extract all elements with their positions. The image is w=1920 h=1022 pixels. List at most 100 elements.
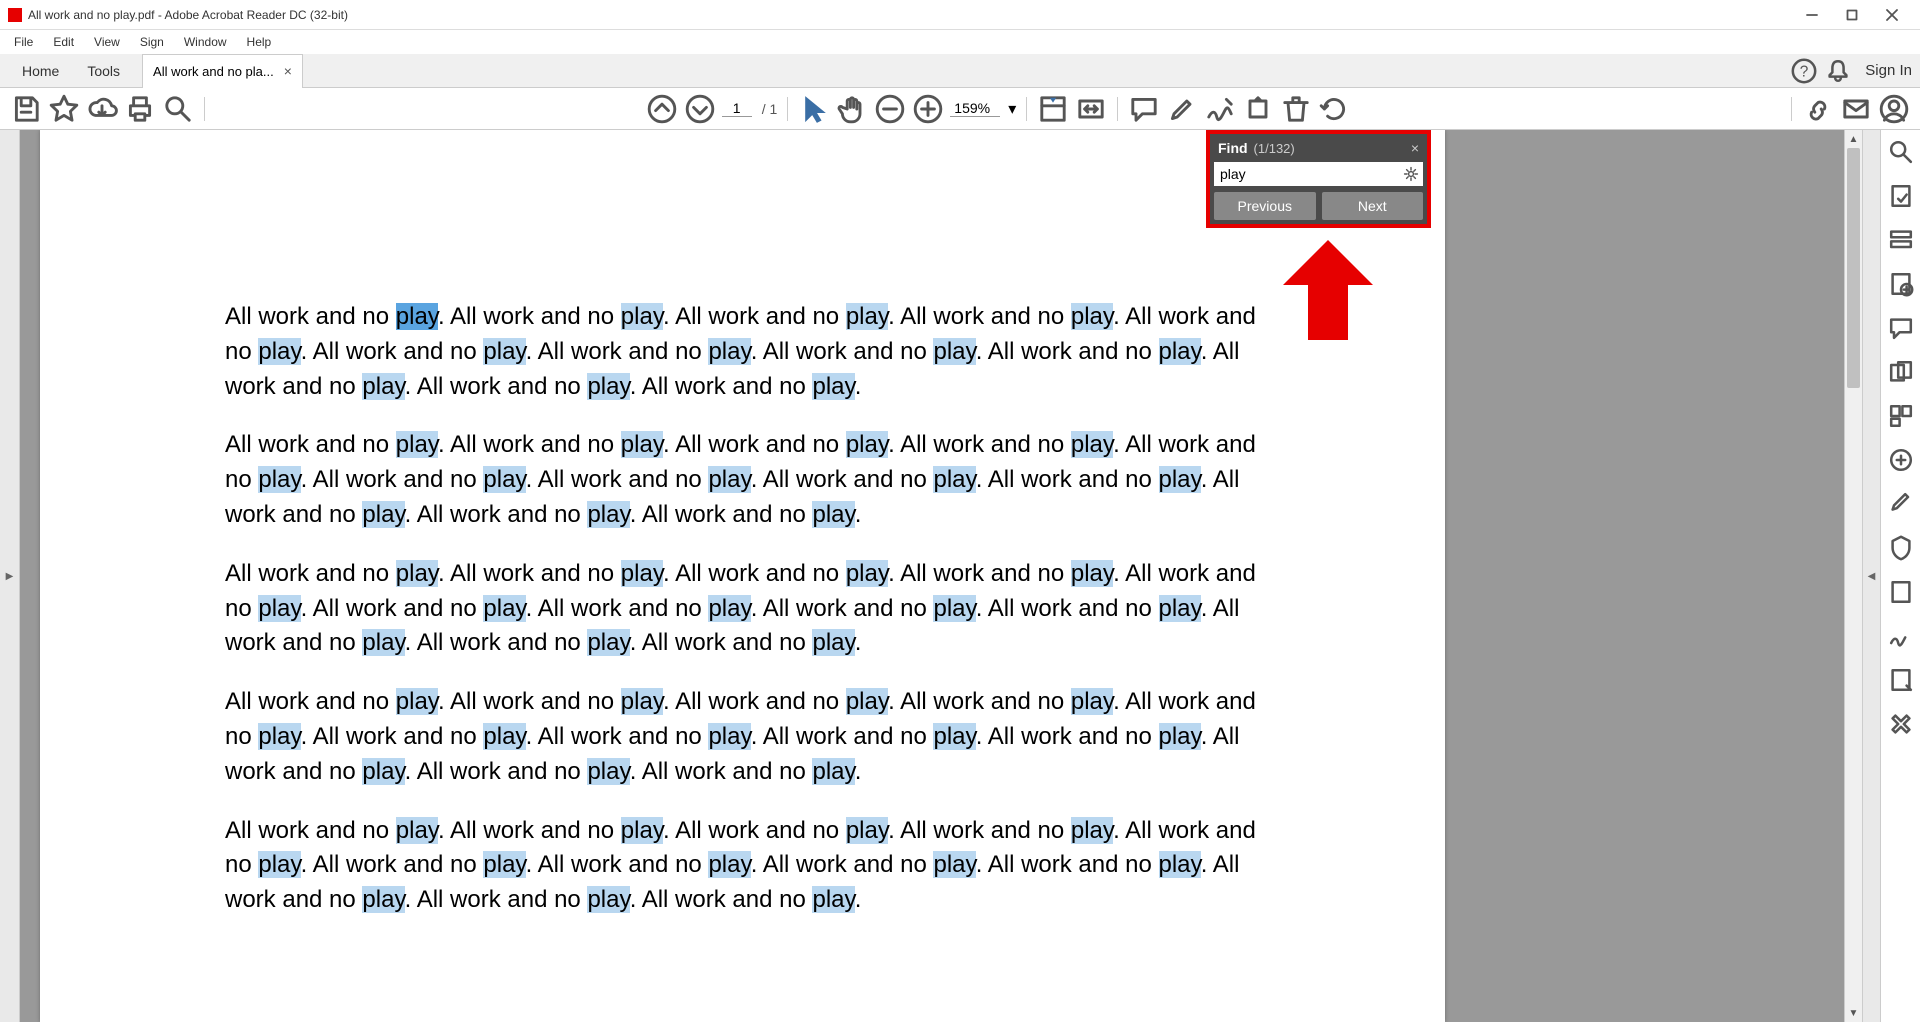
find-button[interactable]	[162, 93, 194, 125]
share-link-button[interactable]	[1802, 93, 1834, 125]
zoom-in-button[interactable]	[912, 93, 944, 125]
sign-button[interactable]	[1204, 93, 1236, 125]
left-panel-expand-icon[interactable]: ▶	[6, 571, 14, 582]
search-match: play	[258, 338, 300, 365]
tab-document[interactable]: All work and no pla... ×	[142, 54, 303, 88]
cloud-button[interactable]	[86, 93, 118, 125]
export-pdf-icon[interactable]	[1887, 182, 1915, 210]
organize-pages-icon[interactable]	[1887, 402, 1915, 430]
convert-tool-icon[interactable]	[1887, 666, 1915, 694]
signature-tool-icon[interactable]	[1887, 622, 1915, 650]
search-match: play	[708, 595, 750, 622]
page-number-input[interactable]	[722, 100, 752, 117]
search-match: play	[587, 886, 629, 913]
scrollbar-down-icon[interactable]: ▼	[1845, 1004, 1862, 1022]
search-match: play	[1071, 817, 1113, 844]
edit-pdf-icon[interactable]	[1887, 226, 1915, 254]
fill-sign-tool-icon[interactable]	[1887, 578, 1915, 606]
star-button[interactable]	[48, 93, 80, 125]
stamp-button[interactable]	[1242, 93, 1274, 125]
fit-page-button[interactable]	[1075, 93, 1107, 125]
search-match: play	[1159, 466, 1201, 493]
search-match: play	[483, 595, 525, 622]
menu-edit[interactable]: Edit	[43, 33, 84, 51]
window-minimize-button[interactable]	[1792, 0, 1832, 30]
search-match: play	[846, 688, 888, 715]
search-match: play	[812, 501, 854, 528]
window-titlebar: All work and no play.pdf - Adobe Acrobat…	[0, 0, 1920, 30]
comment-tool-icon[interactable]	[1887, 314, 1915, 342]
search-match: play	[396, 560, 438, 587]
highlight-button[interactable]	[1166, 93, 1198, 125]
fit-width-button[interactable]	[1037, 93, 1069, 125]
search-tool-icon[interactable]	[1887, 138, 1915, 166]
search-match: play	[708, 466, 750, 493]
vertical-scrollbar[interactable]: ▲ ▼	[1844, 130, 1862, 1022]
window-close-button[interactable]	[1872, 0, 1912, 30]
combine-files-icon[interactable]	[1887, 358, 1915, 386]
comment-button[interactable]	[1128, 93, 1160, 125]
toolbar: / 1 ▾	[0, 88, 1920, 130]
search-match: play	[933, 851, 975, 878]
menu-help[interactable]: Help	[237, 33, 282, 51]
delete-button[interactable]	[1280, 93, 1312, 125]
search-match: play	[933, 466, 975, 493]
tab-tools[interactable]: Tools	[73, 54, 134, 88]
search-match: play	[396, 817, 438, 844]
compress-tool-icon[interactable]	[1887, 446, 1915, 474]
search-match: play	[1159, 723, 1201, 750]
email-button[interactable]	[1840, 93, 1872, 125]
find-panel-close[interactable]: ×	[1411, 140, 1419, 156]
search-match: play	[362, 501, 404, 528]
create-pdf-icon[interactable]	[1887, 270, 1915, 298]
sign-in-link[interactable]: Sign In	[1865, 62, 1912, 79]
selection-tool-button[interactable]	[798, 93, 830, 125]
help-icon[interactable]: ?	[1790, 57, 1818, 85]
zoom-input[interactable]	[950, 100, 1000, 117]
page-down-button[interactable]	[684, 93, 716, 125]
search-match: play	[258, 851, 300, 878]
menu-window[interactable]: Window	[174, 33, 237, 51]
zoom-out-button[interactable]	[874, 93, 906, 125]
search-match: play	[1159, 851, 1201, 878]
search-match: play	[587, 501, 629, 528]
search-match: play	[1071, 431, 1113, 458]
rotate-button[interactable]	[1318, 93, 1350, 125]
search-match: play	[587, 629, 629, 656]
tab-document-label: All work and no pla...	[153, 64, 274, 79]
left-panel-gutter: ▶	[0, 130, 20, 1022]
find-previous-button[interactable]: Previous	[1214, 192, 1316, 220]
search-match: play	[621, 560, 663, 587]
document-text[interactable]: All work and no play. All work and no pl…	[40, 130, 1445, 918]
right-panel-collapse-icon[interactable]: ◀	[1868, 571, 1876, 582]
scrollbar-track[interactable]	[1845, 148, 1862, 1004]
account-button[interactable]	[1878, 93, 1910, 125]
zoom-dropdown-icon[interactable]: ▾	[1008, 99, 1016, 119]
more-tools-icon[interactable]	[1887, 710, 1915, 738]
find-next-button[interactable]: Next	[1322, 192, 1424, 220]
window-title: All work and no play.pdf - Adobe Acrobat…	[28, 8, 1792, 22]
search-match: play	[396, 303, 438, 330]
tab-home[interactable]: Home	[8, 54, 73, 88]
print-button[interactable]	[124, 93, 156, 125]
window-maximize-button[interactable]	[1832, 0, 1872, 30]
menu-sign[interactable]: Sign	[130, 33, 174, 51]
menu-view[interactable]: View	[84, 33, 130, 51]
page-up-button[interactable]	[646, 93, 678, 125]
document-viewport[interactable]: All work and no play. All work and no pl…	[20, 130, 1844, 1022]
search-match: play	[846, 431, 888, 458]
scrollbar-up-icon[interactable]: ▲	[1845, 130, 1862, 148]
hand-tool-button[interactable]	[836, 93, 868, 125]
notifications-icon[interactable]	[1824, 57, 1852, 85]
menu-file[interactable]: File	[4, 33, 43, 51]
find-input[interactable]	[1218, 164, 1403, 184]
protect-tool-icon[interactable]	[1887, 534, 1915, 562]
redact-tool-icon[interactable]	[1887, 490, 1915, 518]
tab-document-close[interactable]: ×	[284, 63, 292, 79]
find-settings-icon[interactable]	[1403, 166, 1419, 182]
search-match: play	[933, 338, 975, 365]
search-match: play	[846, 817, 888, 844]
search-match: play	[362, 629, 404, 656]
scrollbar-thumb[interactable]	[1847, 148, 1860, 388]
save-button[interactable]	[10, 93, 42, 125]
